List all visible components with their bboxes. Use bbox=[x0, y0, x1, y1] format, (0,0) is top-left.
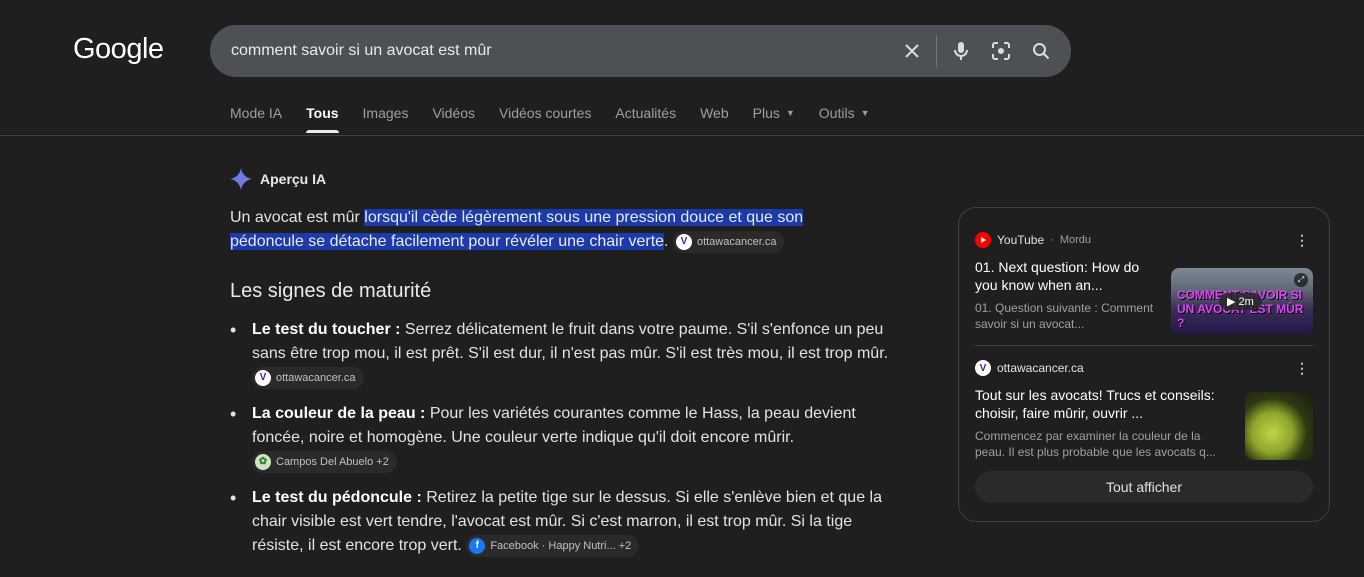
search-divider bbox=[936, 35, 937, 67]
list-item: Le test du pédoncule : Retirez la petite… bbox=[230, 486, 890, 558]
summary-suffix: . bbox=[664, 233, 669, 250]
list-item: Le test du toucher : Serrez délicatement… bbox=[230, 318, 890, 390]
search-bar[interactable]: comment savoir si un avocat est mûr bbox=[210, 25, 1071, 77]
card-source-sep: · bbox=[1050, 234, 1054, 246]
show-all-button[interactable]: Tout afficher bbox=[975, 471, 1313, 503]
source-chip[interactable]: ✿ Campos Del Abuelo +2 bbox=[252, 450, 397, 473]
tab-label: Vidéos courtes bbox=[499, 105, 592, 121]
tab-videos[interactable]: Vidéos bbox=[432, 105, 475, 133]
source-chip-label: Campos Del Abuelo +2 bbox=[276, 455, 389, 468]
card-description: Commencez par examiner la couleur de la … bbox=[975, 429, 1216, 459]
more-options-icon[interactable]: ⋮ bbox=[1295, 360, 1309, 377]
card-source-name: ottawacancer.ca bbox=[997, 361, 1084, 375]
tab-label: Mode IA bbox=[230, 105, 283, 121]
source-chip-label: ottawacancer.ca bbox=[276, 371, 356, 384]
tab-label: Outils bbox=[818, 105, 855, 121]
bullet-title: Le test du toucher : bbox=[252, 321, 401, 338]
source-chip[interactable]: f Facebook · Happy Nutri... +2 bbox=[466, 534, 640, 557]
tabs-divider bbox=[0, 135, 1364, 136]
tab-web[interactable]: Web bbox=[700, 105, 729, 133]
search-icon[interactable] bbox=[1021, 31, 1061, 71]
chevron-down-icon: ▼ bbox=[860, 108, 870, 118]
tab-label: Tous bbox=[306, 105, 339, 121]
section-title: Les signes de maturité bbox=[230, 280, 432, 302]
card-title: Tout sur les avocats! Trucs et conseils:… bbox=[975, 387, 1215, 421]
ai-overview-label: Aperçu IA bbox=[260, 171, 327, 187]
tab-images[interactable]: Images bbox=[363, 105, 409, 133]
tab-videos-courtes[interactable]: Vidéos courtes bbox=[499, 105, 591, 133]
youtube-logo-icon bbox=[975, 232, 991, 248]
tab-mode-ia[interactable]: Mode IA bbox=[230, 105, 282, 133]
ottawacancer-logo-icon: V bbox=[675, 233, 692, 250]
search-tabs: Mode IA Tous Images Vidéos Vidéos courte… bbox=[230, 105, 894, 133]
source-card-ottawacancer[interactable]: V ottawacancer.ca ⋮ Tout sur les avocats… bbox=[975, 360, 1313, 460]
expand-icon[interactable]: ⤢ bbox=[1294, 273, 1308, 287]
tab-label: Vidéos bbox=[432, 105, 476, 121]
card-source-row: V ottawacancer.ca bbox=[975, 360, 1313, 376]
facebook-logo-icon: f bbox=[469, 537, 486, 554]
avocado-thumbnail[interactable] bbox=[1245, 392, 1313, 460]
ai-summary: Un avocat est mûr lorsqu'il cède légèrem… bbox=[230, 206, 870, 254]
tab-tous[interactable]: Tous bbox=[306, 105, 339, 133]
card-source-name: YouTube bbox=[997, 233, 1045, 247]
source-chip-label: ottawacancer.ca bbox=[696, 235, 777, 248]
video-thumbnail[interactable]: COMMENT SAVOIR SI UN AVOCAT EST MÛR ? ▶ … bbox=[1171, 268, 1313, 334]
source-chip[interactable]: V ottawacancer.ca bbox=[672, 230, 785, 253]
tab-outils[interactable]: Outils ▼ bbox=[819, 105, 870, 133]
source-chip-label: Facebook · Happy Nutri... +2 bbox=[490, 539, 632, 552]
tab-plus[interactable]: Plus ▼ bbox=[753, 105, 795, 133]
tab-label: Images bbox=[362, 105, 409, 121]
video-duration: 2m bbox=[1238, 296, 1254, 308]
search-input[interactable]: comment savoir si un avocat est mûr bbox=[231, 42, 892, 60]
summary-prefix: Un avocat est mûr bbox=[230, 209, 365, 226]
card-text: 01. Next question: How do you know when … bbox=[975, 258, 1155, 332]
ottawacancer-logo-icon: V bbox=[255, 369, 271, 386]
card-text: Tout sur les avocats! Trucs et conseils:… bbox=[975, 386, 1227, 460]
card-author: Mordu bbox=[1059, 234, 1092, 246]
card-title: 01. Next question: How do you know when … bbox=[975, 259, 1140, 293]
list-item: La couleur de la peau : Pour les variété… bbox=[230, 402, 890, 474]
source-chip[interactable]: V ottawacancer.ca bbox=[252, 366, 364, 389]
google-logo[interactable]: Google bbox=[73, 33, 164, 66]
ottawacancer-logo-icon: V bbox=[975, 360, 991, 376]
video-duration-badge: ▶ 2m bbox=[1219, 293, 1262, 310]
tab-actualites[interactable]: Actualités bbox=[615, 105, 676, 133]
campos-logo-icon: ✿ bbox=[255, 453, 271, 470]
gemini-sparkle-icon bbox=[230, 168, 252, 190]
tab-label: Plus bbox=[752, 105, 780, 121]
bullet-title: Le test du pédoncule : bbox=[252, 489, 422, 506]
more-options-icon[interactable]: ⋮ bbox=[1295, 232, 1309, 249]
card-description: 01. Question suivante : Comment savoir s… bbox=[975, 301, 1154, 331]
ai-overview-header: Aperçu IA bbox=[230, 168, 326, 190]
source-card-youtube[interactable]: YouTube · Mordu ⋮ 01. Next question: How… bbox=[975, 232, 1313, 342]
microphone-icon[interactable] bbox=[941, 31, 981, 71]
bullet-title: La couleur de la peau : bbox=[252, 405, 426, 422]
tab-label: Actualités bbox=[615, 105, 677, 121]
sources-panel: YouTube · Mordu ⋮ 01. Next question: How… bbox=[958, 207, 1330, 522]
chevron-down-icon: ▼ bbox=[785, 108, 795, 118]
tab-label: Web bbox=[700, 105, 729, 121]
card-divider bbox=[975, 345, 1313, 346]
maturity-signs-list: Le test du toucher : Serrez délicatement… bbox=[230, 318, 890, 570]
lens-camera-icon[interactable] bbox=[981, 31, 1021, 71]
clear-icon[interactable] bbox=[892, 31, 932, 71]
card-source-row: YouTube · Mordu bbox=[975, 232, 1313, 248]
